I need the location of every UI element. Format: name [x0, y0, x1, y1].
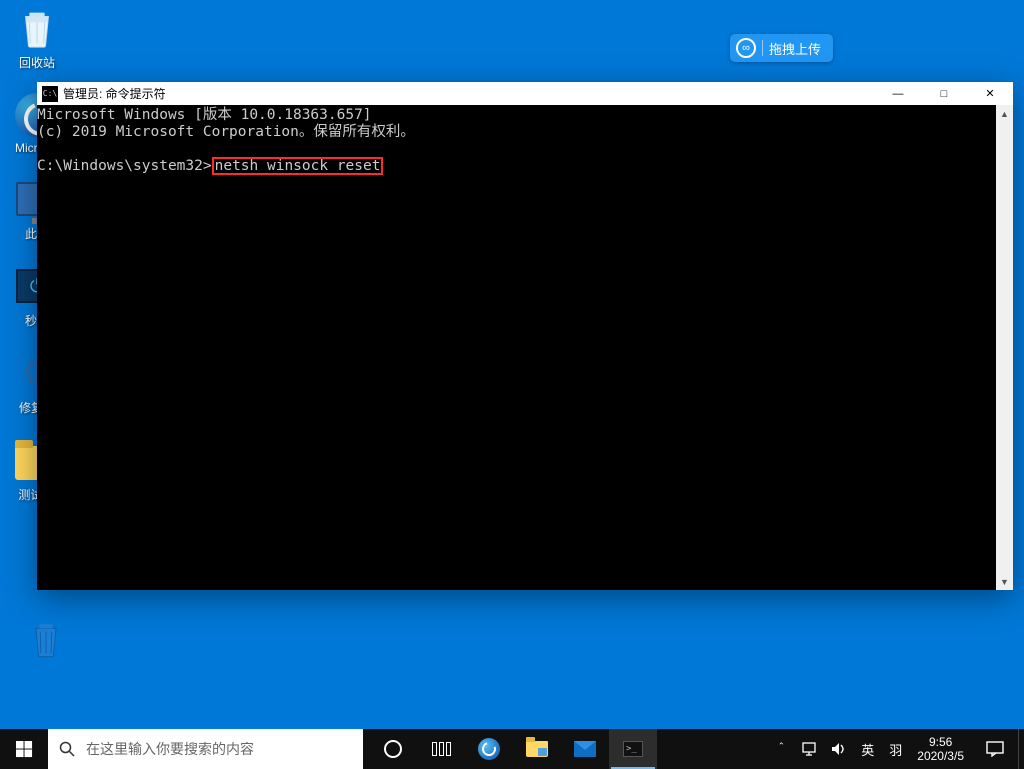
cmd-icon: C:\ — [42, 86, 58, 102]
windows-logo-icon — [16, 741, 33, 758]
titlebar[interactable]: C:\ 管理员: 命令提示符 — □ ✕ — [37, 82, 1013, 105]
maximize-button[interactable]: □ — [921, 82, 967, 105]
cortana-icon — [384, 740, 402, 758]
minimize-button[interactable]: — — [875, 82, 921, 105]
terminal-area: Microsoft Windows [版本 10.0.18363.657] (c… — [37, 105, 1013, 590]
taskbar-mail[interactable] — [561, 729, 609, 769]
cortana-button[interactable] — [369, 729, 417, 769]
desktop-icon-recycle-bin[interactable]: 回收站 — [0, 4, 74, 71]
edge-icon — [478, 738, 500, 760]
task-view-icon — [432, 742, 451, 756]
taskbar: 在这里输入你要搜索的内容 >_ ＾ 英 羽 9:56 2020/3/5 — [0, 729, 1024, 769]
terminal-command-highlight: netsh winsock reset — [212, 157, 384, 175]
scroll-track[interactable] — [996, 122, 1013, 573]
terminal-output[interactable]: Microsoft Windows [版本 10.0.18363.657] (c… — [37, 105, 996, 590]
action-center-button[interactable] — [972, 729, 1018, 769]
terminal-line: Microsoft Windows [版本 10.0.18363.657] — [37, 107, 372, 123]
clock[interactable]: 9:56 2020/3/5 — [909, 729, 972, 769]
terminal-line: (c) 2019 Microsoft Corporation。保留所有权利。 — [37, 124, 415, 140]
taskbar-cmd[interactable]: >_ — [609, 729, 657, 769]
taskbar-edge[interactable] — [465, 729, 513, 769]
cloud-sync-icon: ∞ — [736, 38, 756, 58]
system-tray: ＾ 英 羽 — [769, 729, 909, 769]
search-icon — [48, 741, 86, 757]
show-desktop-button[interactable] — [1018, 729, 1024, 769]
recycle-bin-icon — [13, 4, 61, 52]
close-button[interactable]: ✕ — [967, 82, 1013, 105]
ime-indicator-1[interactable]: 英 — [857, 729, 879, 769]
search-input[interactable]: 在这里输入你要搜索的内容 — [48, 729, 363, 769]
task-view-button[interactable] — [417, 729, 465, 769]
search-placeholder: 在这里输入你要搜索的内容 — [86, 739, 254, 759]
ime-indicator-2[interactable]: 羽 — [885, 729, 907, 769]
upload-widget-label: 拖拽上传 — [769, 39, 821, 58]
terminal-prompt: C:\Windows\system32> — [37, 158, 212, 174]
tray-overflow-button[interactable]: ＾ — [771, 729, 791, 769]
scrollbar[interactable]: ▲ ▼ — [996, 105, 1013, 590]
start-button[interactable] — [0, 729, 48, 769]
clock-date: 2020/3/5 — [917, 749, 964, 763]
scroll-up-icon[interactable]: ▲ — [996, 105, 1013, 122]
volume-icon[interactable] — [827, 729, 851, 769]
network-icon[interactable] — [797, 729, 821, 769]
scroll-down-icon[interactable]: ▼ — [996, 573, 1013, 590]
mail-icon — [574, 741, 596, 757]
window-title: 管理员: 命令提示符 — [63, 85, 875, 102]
desktop: 回收站 MicroEd 此电 秒关 ⚙ 修复开 测试12 ∞ 拖拽上传 — [0, 0, 1024, 769]
desktop-icon-label: 回收站 — [0, 54, 74, 71]
clock-time: 9:56 — [917, 735, 964, 749]
cmd-icon: >_ — [623, 741, 643, 757]
cmd-window: C:\ 管理员: 命令提示符 — □ ✕ Microsoft Windows [… — [37, 82, 1013, 590]
separator — [762, 40, 763, 56]
upload-widget[interactable]: ∞ 拖拽上传 — [730, 34, 833, 62]
window-controls: — □ ✕ — [875, 82, 1013, 105]
taskbar-explorer[interactable] — [513, 729, 561, 769]
folder-icon — [526, 741, 548, 757]
recycle-bin-icon[interactable] — [26, 618, 66, 667]
notification-icon — [986, 741, 1004, 757]
